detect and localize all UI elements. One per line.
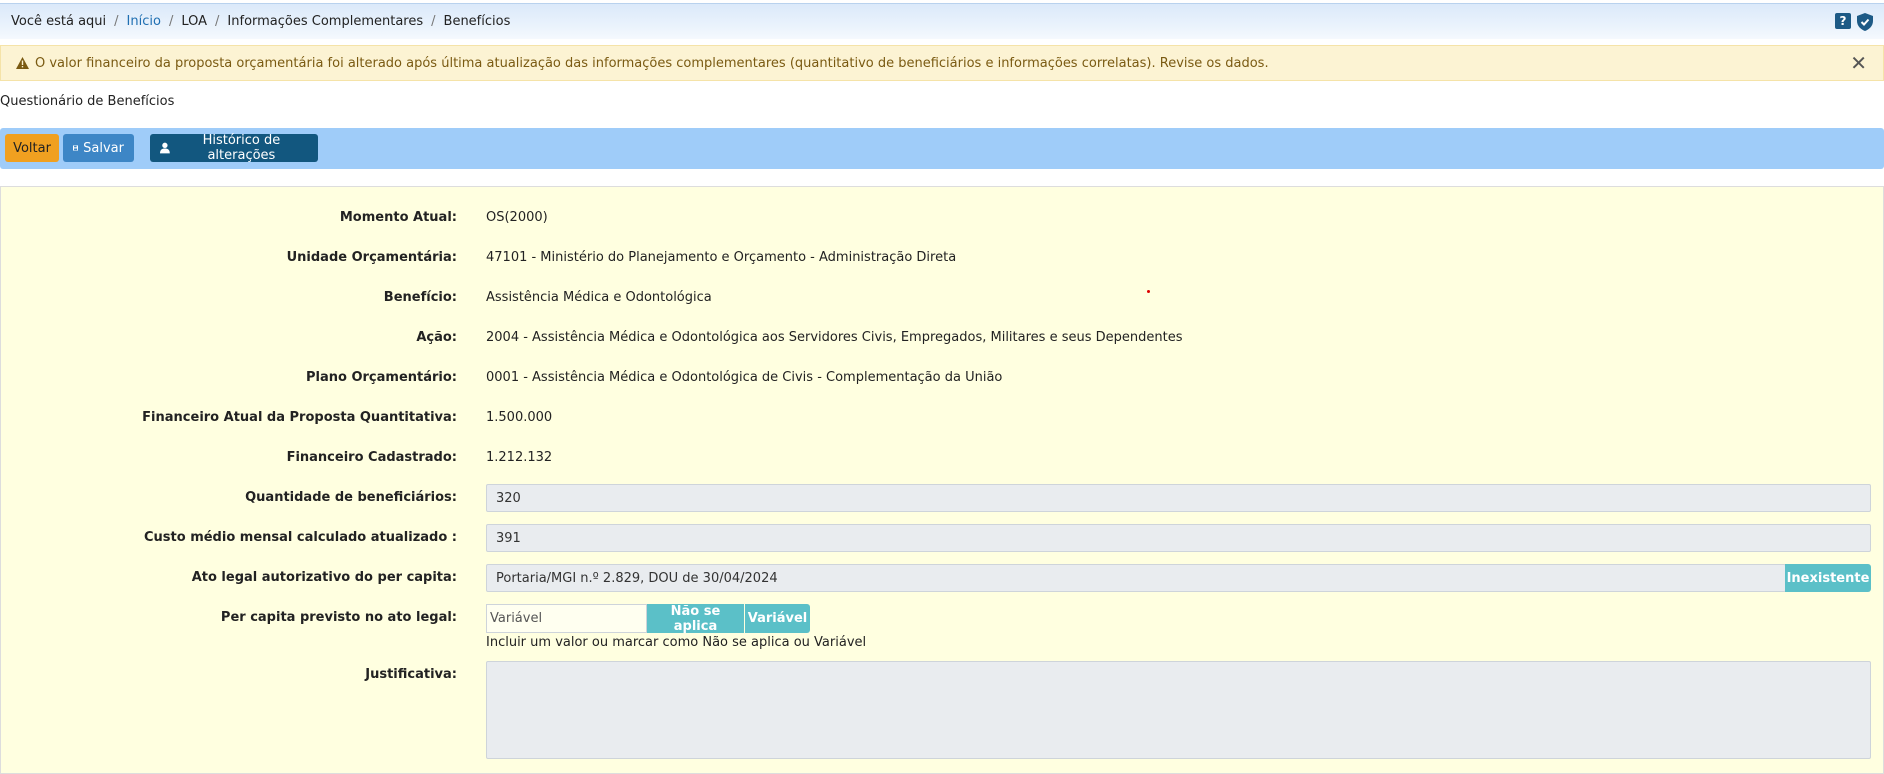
ato-legal-field: Portaria/MGI n.º 2.829, DOU de 30/04/202…	[486, 564, 1786, 592]
percapita-input[interactable]	[486, 604, 647, 633]
breadcrumb-separator: /	[168, 14, 174, 29]
financeiro-cadastrado-value: 1.212.132	[486, 450, 553, 465]
plano-label: Plano Orçamentário:	[305, 370, 457, 385]
alert-message: O valor financeiro da proposta orçamentá…	[35, 55, 1269, 71]
form-panel: Momento Atual: OS(2000) Unidade Orçament…	[0, 186, 1884, 774]
warning-triangle-icon	[16, 57, 29, 69]
unidade-value: 47101 - Ministério do Planejamento e Orç…	[486, 250, 957, 265]
breadcrumb-separator: /	[431, 14, 436, 29]
historico-button-label: Histórico de alterações	[202, 133, 281, 163]
close-icon[interactable]: ✕	[1850, 53, 1867, 73]
unidade-label: Unidade Orçamentária:	[286, 250, 457, 265]
momento-value: OS(2000)	[486, 210, 548, 225]
historico-button[interactable]: Histórico de alterações	[150, 133, 318, 163]
red-dot-marker	[1147, 290, 1150, 293]
plano-value: 0001 - Assistência Médica e Odontológica…	[486, 370, 1003, 385]
save-button-label: Salvar	[83, 140, 124, 156]
custo-label: Custo médio mensal calculado atualizado …	[143, 530, 457, 545]
financeiro-atual-label: Financeiro Atual da Proposta Quantitativ…	[142, 410, 457, 425]
quantidade-label: Quantidade de beneficiários:	[245, 490, 457, 505]
financeiro-atual-value: 1.500.000	[486, 410, 553, 425]
justificativa-label: Justificativa:	[365, 667, 457, 682]
voltar-button[interactable]: Voltar	[5, 134, 59, 162]
breadcrumb-separator: /	[215, 14, 220, 29]
breadcrumb-link-inicio[interactable]: Início	[127, 14, 161, 29]
toolbar: Voltar Salvar Histórico de alterações	[0, 128, 1884, 169]
beneficio-label: Benefício:	[383, 290, 457, 305]
breadcrumb-separator: /	[114, 14, 119, 29]
inexistente-button[interactable]: Inexistente	[1785, 564, 1871, 592]
breadcrumb-item-beneficios: Benefícios	[443, 14, 511, 29]
breadcrumb: Você está aqui / Início / LOA / Informaç…	[0, 3, 1884, 39]
percapita-help-text: Incluir um valor ou marcar como Não se a…	[486, 635, 867, 650]
shield-check-icon[interactable]	[1857, 13, 1873, 31]
acao-label: Ação:	[416, 330, 457, 345]
floppy-disk-icon	[73, 145, 79, 151]
save-button[interactable]: Salvar	[63, 134, 134, 162]
justificativa-textarea[interactable]	[486, 661, 1871, 759]
acao-value: 2004 - Assistência Médica e Odontológica…	[486, 330, 1183, 345]
custo-field: 391	[486, 524, 1871, 552]
breadcrumb-prefix: Você está aqui	[11, 14, 107, 29]
breadcrumb-item-informacoes: Informações Complementares	[227, 14, 424, 29]
page-title: Questionário de Benefícios	[0, 94, 175, 109]
beneficio-value: Assistência Médica e Odontológica	[486, 290, 712, 305]
user-icon	[160, 142, 170, 154]
top-icons: ?	[1835, 13, 1873, 31]
variavel-button[interactable]: Variável	[745, 604, 810, 633]
financeiro-cadastrado-label: Financeiro Cadastrado:	[286, 450, 457, 465]
quantidade-field: 320	[486, 484, 1871, 512]
question-icon[interactable]: ?	[1835, 13, 1851, 29]
warning-alert: O valor financeiro da proposta orçamentá…	[0, 45, 1884, 81]
ato-legal-label: Ato legal autorizativo do per capita:	[191, 570, 457, 585]
percapita-label: Per capita previsto no ato legal:	[220, 610, 457, 625]
breadcrumb-item-loa: LOA	[181, 14, 208, 29]
momento-label: Momento Atual:	[339, 210, 457, 225]
nao-se-aplica-button[interactable]: Não se aplica	[647, 604, 744, 634]
